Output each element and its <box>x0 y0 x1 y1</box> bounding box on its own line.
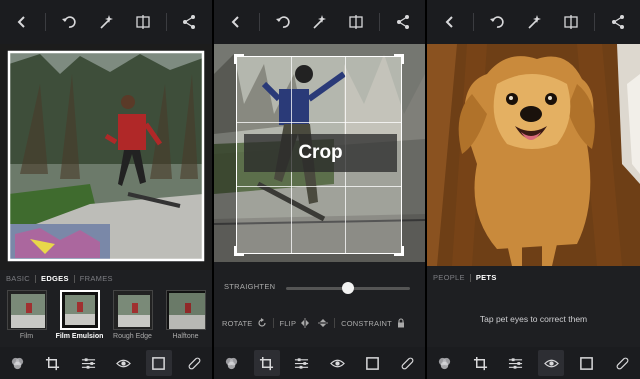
straighten-slider[interactable] <box>286 282 410 294</box>
thumb-label: Rough Edge <box>113 333 152 340</box>
instruction-text: Tap pet eyes to correct them <box>479 314 588 324</box>
adjust-icon[interactable] <box>75 350 101 376</box>
compare-icon[interactable] <box>557 8 585 36</box>
crop-icon[interactable] <box>467 350 493 376</box>
crop-handle-top-right[interactable] <box>394 54 404 64</box>
red-eye-icon[interactable] <box>538 350 565 376</box>
thumb-film-image <box>6 290 47 330</box>
tab-divider <box>73 274 75 283</box>
crop-panel: Crop STRAIGHTEN ROTATE FLIP CONSTRAINT <box>214 0 425 379</box>
constraint-button[interactable]: CONSTRAINT <box>341 318 406 328</box>
skater-photo-with-border <box>0 44 212 270</box>
bottom-toolbar <box>0 347 212 379</box>
dog-photo[interactable] <box>427 44 640 266</box>
lock-icon <box>397 318 404 328</box>
rotate-icon <box>257 318 266 327</box>
thumb-label: Film <box>19 333 34 340</box>
compare-icon[interactable] <box>129 8 157 36</box>
thumb-halftone[interactable]: Halftone <box>165 290 207 340</box>
thumb-rough-edge-image <box>112 290 153 330</box>
toolbar-divider <box>472 13 474 31</box>
undo-icon[interactable] <box>55 8 83 36</box>
thumb-label: Film Emulsion <box>55 333 104 340</box>
toolbar-divider <box>45 13 47 31</box>
crop-icon[interactable] <box>253 350 280 376</box>
share-icon[interactable] <box>175 8 203 36</box>
back-icon[interactable] <box>436 8 464 36</box>
thumb-halftone-image <box>165 290 206 330</box>
crop-controls: ROTATE FLIP CONSTRAINT <box>222 318 419 328</box>
tab-people[interactable]: PEOPLE <box>433 273 465 282</box>
rotate-button[interactable]: ROTATE <box>222 318 267 328</box>
flip-vertical-button[interactable] <box>318 318 329 328</box>
back-icon[interactable] <box>222 8 250 36</box>
borders-icon[interactable] <box>359 350 385 376</box>
edge-thumbnail-list: Film Film Emulsion Rough Edge Halftone <box>0 290 212 340</box>
tab-edges[interactable]: EDGES <box>41 274 69 283</box>
filters-icon[interactable] <box>219 350 245 376</box>
share-icon[interactable] <box>389 8 417 36</box>
flip-horizontal-icon <box>301 318 310 328</box>
tab-divider <box>469 273 471 282</box>
flip-button[interactable]: FLIP <box>280 318 311 328</box>
back-icon[interactable] <box>8 8 36 36</box>
straighten-label: STRAIGHTEN <box>224 282 276 291</box>
bandage-icon[interactable] <box>394 350 420 376</box>
rotate-label: ROTATE <box>222 318 253 328</box>
red-eye-icon[interactable] <box>324 350 350 376</box>
share-icon[interactable] <box>604 8 632 36</box>
control-divider <box>334 318 336 328</box>
grid-line <box>237 186 401 188</box>
flip-vertical-icon <box>318 319 329 327</box>
bottom-toolbar <box>214 347 425 379</box>
control-divider <box>272 318 274 328</box>
crop-handle-bottom-right[interactable] <box>394 246 404 256</box>
grid-line <box>237 121 401 123</box>
undo-icon[interactable] <box>483 8 511 36</box>
borders-icon[interactable] <box>574 350 600 376</box>
toolbar-divider <box>378 13 380 31</box>
skater-photo-crop: Crop <box>214 44 425 262</box>
adjust-icon[interactable] <box>503 350 529 376</box>
top-toolbar <box>427 0 640 44</box>
red-eye-icon[interactable] <box>111 350 137 376</box>
magic-wand-icon[interactable] <box>305 8 333 36</box>
tab-divider <box>35 274 37 283</box>
adjust-icon[interactable] <box>289 350 315 376</box>
edges-category-tabs: BASIC EDGES FRAMES <box>6 274 113 283</box>
tab-pets[interactable]: PETS <box>476 273 497 282</box>
tab-frames[interactable]: FRAMES <box>80 274 113 283</box>
edges-panel: BASIC EDGES FRAMES Film Film Emulsion Ro… <box>0 0 212 379</box>
bandage-icon[interactable] <box>181 350 207 376</box>
thumb-film-emulsion-image <box>59 290 100 330</box>
subject-tabs: PEOPLE PETS <box>433 273 497 282</box>
crop-handle-top-left[interactable] <box>234 54 244 64</box>
crop-handle-bottom-left[interactable] <box>234 246 244 256</box>
bottom-toolbar <box>427 347 640 379</box>
crop-overlay-label: Crop <box>244 134 397 172</box>
thumb-film-emulsion[interactable]: Film Emulsion <box>55 290 104 340</box>
borders-icon[interactable] <box>145 350 172 376</box>
compare-icon[interactable] <box>342 8 370 36</box>
magic-wand-icon[interactable] <box>520 8 548 36</box>
crop-icon[interactable] <box>40 350 66 376</box>
thumb-label: Halftone <box>172 333 199 340</box>
constraint-label: CONSTRAINT <box>341 318 392 328</box>
filters-icon[interactable] <box>5 350 31 376</box>
toolbar-divider <box>593 13 595 31</box>
magic-wand-icon[interactable] <box>92 8 120 36</box>
toolbar-divider <box>165 13 167 31</box>
thumb-film[interactable]: Film <box>6 290 48 340</box>
red-eye-panel: PEOPLE PETS Tap pet eyes to correct them <box>427 0 640 379</box>
thumb-rough-edge[interactable]: Rough Edge <box>112 290 154 340</box>
tab-basic[interactable]: BASIC <box>6 274 30 283</box>
slider-knob[interactable] <box>342 282 354 294</box>
flip-label: FLIP <box>279 318 297 328</box>
filters-icon[interactable] <box>432 350 458 376</box>
top-toolbar <box>0 0 212 44</box>
top-toolbar <box>214 0 425 44</box>
toolbar-divider <box>259 13 261 31</box>
bandage-icon[interactable] <box>609 350 635 376</box>
undo-icon[interactable] <box>269 8 297 36</box>
